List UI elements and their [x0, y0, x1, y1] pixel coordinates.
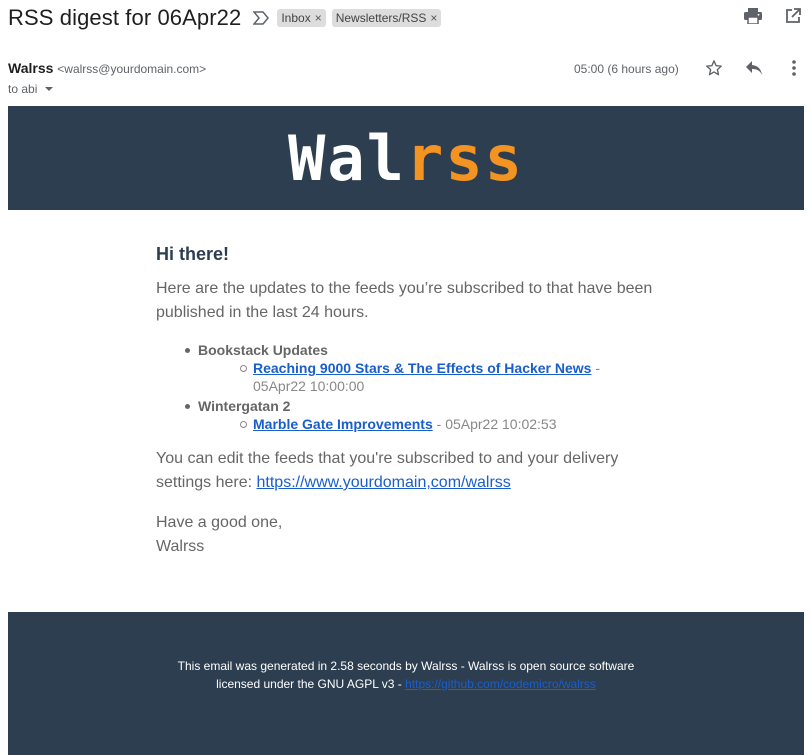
label-chip-text: Newsletters/RSS [335, 11, 427, 25]
intro-paragraph: Here are the updates to the feeds you’re… [156, 280, 653, 321]
logo-text-wal: Wal [288, 121, 406, 195]
label-chip-inbox: Inbox × [277, 9, 326, 27]
feed-items: Reaching 9000 Stars & The Effects of Hac… [198, 359, 656, 395]
walrss-logo: Walrss [288, 122, 524, 195]
print-icon[interactable] [743, 6, 763, 26]
open-in-new-window-icon[interactable] [783, 6, 803, 26]
message-actions [704, 58, 804, 78]
reply-icon[interactable] [744, 58, 764, 78]
label-chip-text: Inbox [281, 11, 311, 25]
footer-license-text: licensed under the GNU AGPL v3 - [216, 677, 406, 691]
feed-item: Reaching 9000 Stars & The Effects of Hac… [240, 359, 656, 395]
email-footer: This email was generated in 2.58 seconds… [8, 612, 804, 755]
feed-item-link[interactable]: Reaching 9000 Stars & The Effects of Hac… [253, 360, 591, 376]
feed-group: Wintergatan 2 Marble Gate Improvements -… [185, 397, 656, 433]
signoff: Have a good one, Walrss [156, 511, 656, 559]
feed-title: Wintergatan 2 [185, 397, 656, 415]
sender-name[interactable]: Walrss [8, 60, 53, 76]
sender-email: <walrss@yourdomain.com> [57, 62, 207, 76]
footer-repo-link[interactable]: https://github.com/codemicro/walrss [405, 677, 596, 691]
message-timestamp: 05:00 (6 hours ago) [574, 62, 679, 76]
email-header-banner: Walrss [8, 106, 804, 210]
feed-item-link[interactable]: Marble Gate Improvements [253, 416, 433, 432]
recipients-toggle[interactable]: to abi [8, 82, 54, 96]
settings-paragraph: You can edit the feeds that you're subsc… [156, 447, 656, 495]
label-chip-newsletters-rss: Newsletters/RSS × [331, 9, 442, 27]
footer-license-line: licensed under the GNU AGPL v3 - https:/… [8, 677, 804, 691]
logo-text-rss: rss [406, 121, 524, 195]
feed-item-separator: - [432, 416, 446, 432]
sender-line: Walrss <walrss@yourdomain.com> [8, 60, 206, 76]
importance-marker-icon[interactable] [252, 11, 270, 25]
footer-generated-text: This email was generated in 2.58 seconds… [177, 659, 635, 673]
star-icon[interactable] [704, 58, 724, 78]
remove-label-icon[interactable]: × [430, 9, 437, 27]
feed-items: Marble Gate Improvements - 05Apr22 10:02… [198, 415, 656, 433]
more-options-icon[interactable] [784, 58, 804, 78]
email-content: Hi there! Here are the updates to the fe… [156, 244, 656, 559]
feed-item: Marble Gate Improvements - 05Apr22 10:02… [240, 415, 656, 433]
feed-item-date: 05Apr22 10:00:00 [253, 378, 365, 394]
feed-item-date: 05Apr22 10:02:53 [445, 416, 557, 432]
chevron-down-icon[interactable] [45, 87, 54, 91]
recipient-label: to abi [8, 82, 38, 96]
settings-link[interactable]: https://www.yourdomain,com/walrss [257, 474, 511, 491]
feed-list: Bookstack Updates Reaching 9000 Stars & … [156, 341, 656, 433]
signoff-signature: Walrss [156, 538, 205, 555]
feed-group: Bookstack Updates Reaching 9000 Stars & … [185, 341, 656, 395]
thread-toolbar [743, 6, 803, 26]
subject-row: RSS digest for 06Apr22 Inbox × Newslette… [8, 4, 447, 32]
feed-title: Bookstack Updates [185, 341, 656, 359]
feed-item-separator: - [591, 360, 601, 376]
remove-label-icon[interactable]: × [315, 9, 322, 27]
signoff-line: Have a good one, [156, 514, 283, 531]
greeting: Hi there! [156, 244, 230, 264]
email-subject: RSS digest for 06Apr22 [8, 5, 242, 30]
